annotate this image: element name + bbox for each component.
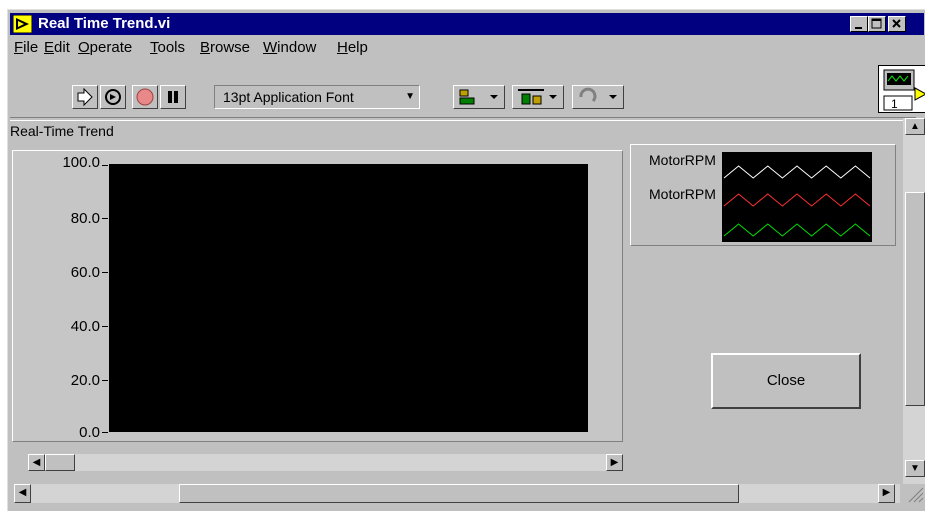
pause-icon	[168, 91, 178, 103]
legend-plot-line	[723, 223, 871, 237]
font-ring-value: 13pt Application Font	[223, 89, 354, 105]
menu-file-label: ile	[23, 39, 39, 56]
align-objects-button[interactable]	[453, 85, 505, 109]
y-tick-mark	[102, 218, 108, 219]
abort-stop-icon	[136, 88, 154, 106]
reorder-icon	[579, 87, 617, 103]
pause-button[interactable]	[160, 85, 186, 109]
menu-window[interactable]: Window	[263, 39, 316, 57]
menu-edit-mnemonic: E	[44, 39, 55, 56]
maximize-button[interactable]	[868, 16, 886, 32]
reorder-button[interactable]	[572, 85, 624, 109]
run-button[interactable]	[72, 85, 98, 109]
legend-label: MotorRPM	[649, 152, 716, 168]
scroll-right-arrow[interactable]: ▶	[606, 454, 623, 471]
distribute-objects-icon	[518, 89, 557, 105]
legend-plot-line	[723, 165, 871, 179]
menu-operate[interactable]: Operate	[78, 39, 132, 57]
panel-vertical-scrollbar[interactable]: ▲ ▼	[903, 118, 925, 484]
y-tick-label: 0.0	[79, 424, 100, 441]
menu-bar: File Edit Operate Tools Browse Window He…	[10, 37, 860, 59]
run-continuously-icon	[105, 89, 121, 105]
abort-button[interactable]	[132, 85, 158, 109]
menu-operate-label: perate	[89, 39, 133, 56]
window-title: Real Time Trend.vi	[38, 15, 171, 32]
scroll-left-arrow[interactable]: ◀	[28, 454, 45, 471]
y-tick-label: 60.0	[70, 264, 100, 281]
y-tick-mark	[102, 326, 108, 327]
menu-file-mnemonic: F	[14, 39, 24, 56]
distribute-objects-button[interactable]	[512, 85, 564, 109]
close-icon	[892, 19, 901, 28]
chart-label: Real-Time Trend	[10, 123, 114, 139]
run-arrow-icon	[77, 87, 93, 107]
legend-swatch-area	[722, 152, 872, 242]
menu-window-label: indow	[277, 39, 317, 56]
y-tick-label: 100.0	[62, 154, 100, 171]
legend-plot-samples	[723, 165, 871, 237]
menu-browse[interactable]: Browse	[200, 39, 250, 57]
font-ring-dropdown[interactable]: 13pt Application Font ▼	[214, 85, 420, 109]
menu-help-mnemonic: H	[337, 39, 348, 56]
close-button[interactable]: Close	[711, 353, 861, 409]
y-tick-mark	[102, 380, 108, 381]
minimize-icon	[855, 27, 862, 29]
legend-plot-line	[723, 193, 871, 207]
close-window-button[interactable]	[888, 16, 906, 32]
y-tick-label: 80.0	[70, 210, 100, 227]
align-objects-icon	[459, 89, 498, 105]
menu-window-mnemonic: W	[263, 39, 278, 56]
menu-tools-label: ools	[157, 39, 186, 56]
maximize-icon	[871, 18, 882, 29]
title-bar[interactable]: Real Time Trend.vi	[10, 13, 924, 35]
menu-edit-label: dit	[54, 39, 70, 56]
y-tick-mark	[102, 432, 108, 433]
menu-tools-mnemonic: T	[150, 39, 158, 56]
y-tick-mark	[102, 272, 108, 273]
legend-label: MotorRPM	[649, 186, 716, 202]
menu-file[interactable]: File	[14, 39, 38, 57]
size-grip[interactable]	[903, 484, 925, 503]
minimize-button[interactable]	[850, 16, 868, 32]
y-tick-label: 20.0	[70, 372, 100, 389]
menu-edit[interactable]: Edit	[44, 39, 70, 57]
menu-tools[interactable]: Tools	[150, 39, 185, 57]
scroll-thumb[interactable]	[905, 192, 925, 406]
waveform-chart-icon	[883, 69, 925, 111]
vi-icon-connector[interactable]	[878, 65, 925, 113]
menu-help-label: elp	[347, 39, 368, 56]
scroll-thumb[interactable]	[179, 484, 739, 503]
menu-help[interactable]: Help	[337, 39, 368, 57]
y-tick-label: 40.0	[70, 318, 100, 335]
scroll-left-arrow[interactable]: ◀	[14, 484, 31, 503]
scroll-thumb[interactable]	[45, 454, 75, 471]
resize-grip-icon	[908, 487, 924, 503]
plot-area[interactable]	[109, 164, 588, 432]
toolbar-separator	[10, 117, 916, 121]
chart-horizontal-scrollbar[interactable]: ◀ ▶	[28, 454, 623, 471]
labview-vi-icon	[13, 15, 32, 33]
scroll-down-arrow[interactable]: ▼	[905, 460, 925, 477]
y-tick-mark	[102, 165, 108, 166]
menu-browse-label: rowse	[210, 39, 251, 56]
panel-horizontal-scrollbar[interactable]: ◀ ▶	[14, 484, 900, 503]
scroll-right-arrow[interactable]: ▶	[878, 484, 895, 503]
run-continuously-button[interactable]	[100, 85, 126, 109]
connector-number: 1	[891, 97, 898, 111]
menu-operate-mnemonic: O	[78, 39, 90, 56]
menu-browse-mnemonic: B	[200, 39, 211, 56]
scroll-up-arrow[interactable]: ▲	[905, 118, 925, 135]
chevron-down-icon: ▼	[405, 91, 415, 102]
